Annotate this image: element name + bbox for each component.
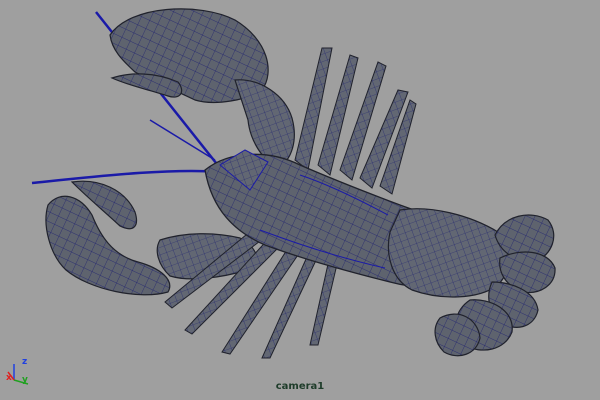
antenna-lower [31, 169, 223, 185]
axis-z-label: z [22, 357, 27, 367]
3d-viewport[interactable]: z y x camera1 [0, 0, 600, 400]
camera-label: camera1 [275, 381, 325, 392]
lobster-wireframe-model[interactable] [0, 0, 600, 400]
